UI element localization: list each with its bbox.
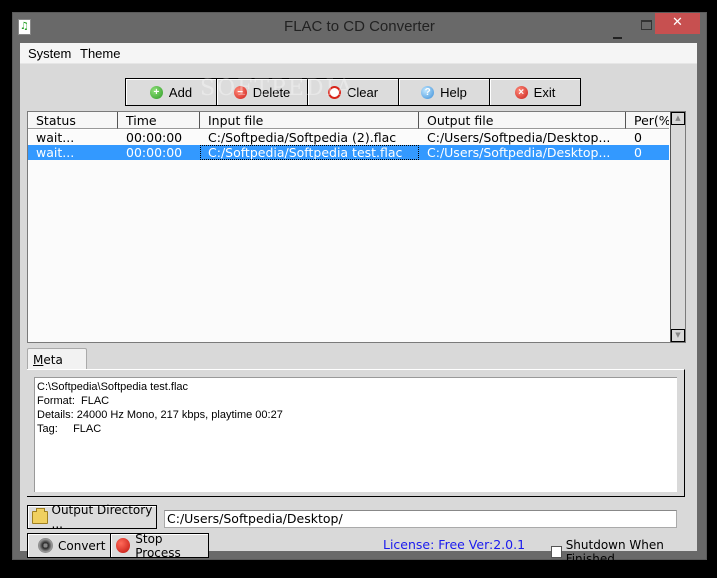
help-icon: ? <box>421 85 435 99</box>
delete-icon: − <box>233 85 247 99</box>
meta-format: Format: FLAC <box>37 395 110 407</box>
file-list[interactable]: Status Time Input file Output file Per(%… <box>27 111 686 343</box>
scroll-up-arrow-icon[interactable]: ▲ <box>671 112 685 125</box>
stop-process-label: Stop Process <box>135 531 181 560</box>
output-directory-input[interactable]: C:/Users/Softpedia/Desktop/ <box>164 510 677 528</box>
menu-bar: System Theme <box>20 43 697 64</box>
clear-button[interactable]: Clear <box>308 78 399 106</box>
help-button[interactable]: ? Help <box>399 78 490 106</box>
file-list-header: Status Time Input file Output file Per(% <box>28 112 669 130</box>
tab-meta-info[interactable]: Meta info <box>27 348 87 389</box>
column-status[interactable]: Status <box>28 112 118 129</box>
convert-button[interactable]: Convert <box>27 533 111 558</box>
close-button[interactable]: ✕ <box>655 13 700 34</box>
toolbar: + Add − Delete Clear ? Help × Exit <box>125 78 581 106</box>
table-row[interactable]: wait... 00:00:00 C:/Softpedia/Softpedia … <box>28 130 669 145</box>
convert-label: Convert <box>58 538 106 553</box>
meta-info-panel: C:\Softpedia\Softpedia test.flac Format:… <box>27 369 685 497</box>
table-row[interactable]: wait... 00:00:00 C:/Softpedia/Softpedia … <box>28 145 669 160</box>
add-icon: + <box>149 85 163 99</box>
column-input-file[interactable]: Input file <box>200 112 419 129</box>
cell-input-file: C:/Softpedia/Softpedia (2).flac <box>208 130 397 145</box>
delete-button-label: Delete <box>252 84 291 100</box>
folder-icon <box>32 507 48 524</box>
output-directory-label: Output Directory ... <box>51 503 153 531</box>
column-percent[interactable]: Per(% <box>626 112 669 129</box>
add-button[interactable]: + Add <box>125 78 217 106</box>
app-window: ♫ FLAC to CD Converter ✕ System Theme + … <box>12 12 707 566</box>
cell-output-file: C:/Users/Softpedia/Desktop... <box>427 130 611 145</box>
cell-input-file: C:/Softpedia/Softpedia test.flac <box>200 145 419 160</box>
cell-time: 00:00:00 <box>126 145 183 160</box>
column-time[interactable]: Time <box>118 112 200 129</box>
cell-status: wait... <box>36 145 75 160</box>
stop-icon <box>116 538 131 553</box>
shutdown-checkbox[interactable] <box>551 546 562 558</box>
stop-process-button[interactable]: Stop Process <box>111 531 209 560</box>
cell-time: 00:00:00 <box>126 130 183 145</box>
license-info: License: Free Ver:2.0.1 <box>383 537 526 552</box>
column-output-file[interactable]: Output file <box>419 112 626 129</box>
meta-file-path: C:\Softpedia\Softpedia test.flac <box>37 381 189 393</box>
add-button-label: Add <box>168 84 193 100</box>
vertical-scrollbar[interactable]: ▲ ▼ <box>670 112 685 342</box>
output-directory-button[interactable]: Output Directory ... <box>27 503 157 531</box>
action-buttons: Convert Stop Process <box>27 531 209 560</box>
clear-icon <box>327 85 341 99</box>
scroll-down-arrow-icon[interactable]: ▼ <box>671 329 685 342</box>
clear-button-label: Clear <box>346 84 379 100</box>
maximize-button[interactable] <box>641 20 652 30</box>
cell-status: wait... <box>36 130 75 145</box>
meta-details: Details: 24000 Hz Mono, 217 kbps, playti… <box>37 409 283 421</box>
minimize-button[interactable] <box>613 24 624 39</box>
tab-mnemonic: M <box>33 353 44 367</box>
menu-system[interactable]: System <box>28 46 71 61</box>
exit-icon: × <box>514 85 528 99</box>
cell-output-file: C:/Users/Softpedia/Desktop... <box>427 145 611 160</box>
menu-theme[interactable]: Theme <box>80 46 120 61</box>
shutdown-label: Shutdown When Finished <box>565 538 664 566</box>
exit-button[interactable]: × Exit <box>490 78 581 106</box>
help-button-label: Help <box>440 84 467 100</box>
client-area: System Theme + Add − Delete Clear ? Help… <box>20 43 697 566</box>
cell-percent: 0 <box>634 145 642 160</box>
shutdown-when-finished[interactable]: Shutdown When Finished <box>551 538 697 566</box>
title-bar[interactable]: ♫ FLAC to CD Converter ✕ <box>13 13 706 43</box>
cell-percent: 0 <box>634 130 642 145</box>
meta-tag: Tag: FLAC <box>37 423 102 435</box>
exit-button-label: Exit <box>533 84 556 100</box>
meta-info-text[interactable]: C:\Softpedia\Softpedia test.flac Format:… <box>34 377 677 492</box>
window-title: FLAC to CD Converter <box>284 18 435 35</box>
film-reel-icon <box>38 538 53 553</box>
delete-button[interactable]: − Delete <box>217 78 308 106</box>
